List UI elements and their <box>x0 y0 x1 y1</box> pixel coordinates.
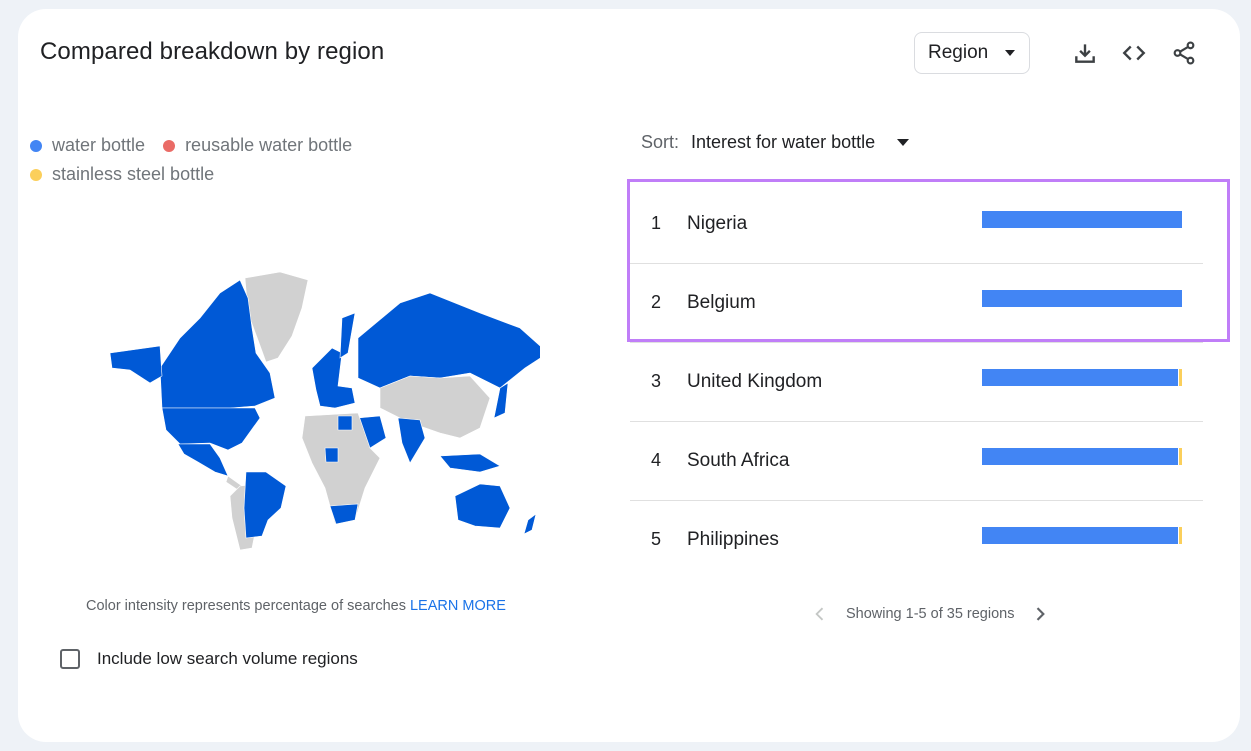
bar-segment-stainless-steel-bottle <box>1178 369 1182 386</box>
row-rank: 1 <box>651 213 662 233</box>
row-share-bar <box>982 211 1182 228</box>
world-map[interactable] <box>80 258 540 558</box>
map-note-text: Color intensity represents percentage of… <box>86 598 406 614</box>
map-region-usa[interactable] <box>161 407 261 451</box>
legend-label: reusable water bottle <box>185 135 353 155</box>
table-row[interactable]: 1 Nigeria <box>630 185 1203 264</box>
legend-dot-icon <box>30 168 42 181</box>
bar-segment-water-bottle <box>982 211 1182 228</box>
map-note: Color intensity represents percentage of… <box>86 598 506 614</box>
row-rank: 4 <box>651 450 662 470</box>
dropdown-caret-icon <box>1005 50 1015 56</box>
table-row[interactable]: 5 Philippines <box>630 501 1203 579</box>
low-volume-checkbox[interactable] <box>60 649 80 669</box>
embed-code-icon[interactable] <box>1121 40 1147 66</box>
region-dropdown-label: Region <box>928 42 989 63</box>
legend: water bottle reusable water bottle stain… <box>30 131 370 189</box>
row-country: South Africa <box>687 450 790 471</box>
legend-item-stainless-steel-bottle: stainless steel bottle <box>30 164 214 185</box>
row-share-bar <box>982 448 1182 465</box>
table-row[interactable]: 4 South Africa <box>630 422 1203 501</box>
bar-segment-water-bottle <box>982 527 1178 544</box>
map-region-asia[interactable] <box>379 375 491 439</box>
map-region-europe[interactable] <box>311 347 356 409</box>
map-region-australia[interactable] <box>454 483 511 529</box>
previous-page-icon[interactable] <box>810 604 830 624</box>
map-region-egypt[interactable] <box>337 415 353 431</box>
table-row[interactable]: 2 Belgium <box>630 264 1203 343</box>
sort-dropdown[interactable]: Sort: Interest for water bottle <box>641 132 910 153</box>
map-region-india[interactable] <box>397 417 426 464</box>
bar-segment-water-bottle <box>982 448 1178 465</box>
card-title: Compared breakdown by region <box>40 38 385 65</box>
map-region-alaska[interactable] <box>109 345 163 384</box>
region-dropdown[interactable]: Region <box>914 32 1030 74</box>
row-rank: 3 <box>651 371 662 391</box>
legend-dot-icon <box>30 139 42 152</box>
next-page-icon[interactable] <box>1030 604 1050 624</box>
legend-dot-icon <box>163 139 176 152</box>
low-volume-checkbox-row[interactable]: Include low search volume regions <box>60 649 358 669</box>
share-icon[interactable] <box>1171 40 1197 66</box>
bar-segment-water-bottle <box>982 369 1178 386</box>
row-country: Nigeria <box>687 213 748 234</box>
bar-segment-stainless-steel-bottle <box>1178 527 1182 544</box>
legend-label: stainless steel bottle <box>52 164 215 184</box>
row-rank: 5 <box>651 529 662 549</box>
row-country: Philippines <box>687 529 779 550</box>
bar-segment-stainless-steel-bottle <box>1178 448 1182 465</box>
row-share-bar <box>982 290 1182 307</box>
map-region-southeast-asia[interactable] <box>439 453 501 473</box>
sort-label: Sort: <box>641 132 680 152</box>
row-country: Belgium <box>687 292 756 313</box>
table-row[interactable]: 3 United Kingdom <box>630 343 1203 422</box>
sort-caret-icon <box>897 139 910 146</box>
download-icon[interactable] <box>1072 40 1098 66</box>
map-region-mexico[interactable] <box>177 443 229 477</box>
sort-value: Interest for water bottle <box>691 132 876 152</box>
map-region-new-zealand[interactable] <box>523 513 537 535</box>
row-rank: 2 <box>651 292 662 312</box>
row-share-bar <box>982 527 1182 544</box>
row-share-bar <box>982 369 1182 386</box>
map-region-japan[interactable] <box>493 382 509 419</box>
map-region-russia[interactable] <box>357 292 540 389</box>
row-country: United Kingdom <box>687 371 823 392</box>
learn-more-link[interactable]: LEARN MORE <box>410 598 506 614</box>
pagination-text: Showing 1-5 of 35 regions <box>846 606 1015 622</box>
legend-item-water-bottle: water bottle <box>30 135 145 156</box>
legend-item-reusable-water-bottle: reusable water bottle <box>163 135 352 156</box>
map-region-scandinavia[interactable] <box>339 312 356 359</box>
map-region-nigeria[interactable] <box>324 447 339 463</box>
map-region-brazil[interactable] <box>243 471 287 539</box>
pagination: Showing 1-5 of 35 regions <box>810 604 1050 624</box>
region-list: 1 Nigeria 2 Belgium 3 United Kingdom 4 S… <box>630 185 1203 579</box>
bar-segment-water-bottle <box>982 290 1182 307</box>
legend-label: water bottle <box>52 135 146 155</box>
low-volume-checkbox-label: Include low search volume regions <box>97 649 358 668</box>
